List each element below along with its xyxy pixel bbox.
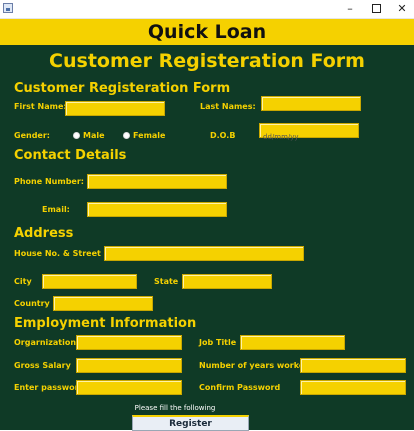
male-radio-label[interactable]: Male [83,131,105,140]
job-title-input[interactable] [241,342,344,356]
years-worked-label: Number of years worked [199,361,310,370]
confirm-password-input[interactable] [301,387,405,401]
enter-password-input[interactable] [77,387,181,401]
form-hint: Please fill the following [134,404,216,412]
phone-input[interactable] [88,181,226,195]
house-input[interactable] [105,253,303,267]
phone-label: Phone Number: [14,177,84,186]
section-customer-heading: Customer Registeration Form [14,81,231,96]
city-field[interactable] [42,274,137,295]
years-worked-field[interactable] [300,358,406,379]
form-panel: Customer Registeration Form Customer Reg… [0,45,414,431]
form-title: Customer Registeration Form [49,50,365,72]
state-input[interactable] [183,281,271,295]
state-field[interactable] [182,274,272,295]
gross-salary-input[interactable] [77,365,181,379]
phone-field[interactable] [87,174,227,195]
app-title: Quick Loan [147,21,267,43]
city-label: City [14,277,32,286]
close-button[interactable]: ✕ [388,0,414,18]
state-label: State [154,277,179,286]
confirm-password-field[interactable] [300,380,406,401]
years-worked-input[interactable] [301,365,405,379]
job-title-label: Job Title [199,338,237,347]
organization-field[interactable] [76,335,182,356]
country-input[interactable] [54,303,152,317]
country-field[interactable] [53,296,153,317]
first-name-field[interactable] [65,101,165,122]
female-radio-label[interactable]: Female [133,131,165,140]
section-contact-heading: Contact Details [14,148,127,163]
first-name-input[interactable] [66,108,164,122]
last-name-field[interactable] [261,96,361,117]
house-label: House No. & Street [14,249,101,258]
email-field[interactable] [87,202,227,223]
organization-input[interactable] [77,342,181,356]
section-employment-heading: Employment Information [14,316,197,331]
confirm-password-label: Confirm Password [199,383,281,392]
enter-password-label: Enter password [14,383,85,392]
gender-label: Gender: [14,131,50,140]
last-name-input[interactable] [262,103,360,117]
first-name-label: First Name: [14,102,67,111]
dob-field[interactable] [259,123,359,144]
city-input[interactable] [43,281,136,295]
enter-password-field[interactable] [76,380,182,401]
email-label: Email: [42,205,70,214]
dob-input[interactable] [260,130,358,144]
title-bar: – ✕ [0,0,414,19]
maximize-button[interactable] [362,0,390,18]
house-field[interactable] [104,246,304,267]
email-input[interactable] [88,209,226,223]
last-name-label: Last Names: [200,102,256,111]
gross-salary-label: Gross Salary [14,361,71,370]
organization-label: Orgarnization [14,338,77,347]
maximize-icon [371,3,381,13]
dob-label: D.O.B [210,131,236,140]
gross-salary-field[interactable] [76,358,182,379]
header-bar: Quick Loan [0,19,414,45]
register-button[interactable]: Register [132,415,249,431]
country-label: Country [14,299,50,308]
java-app-icon [3,3,13,13]
male-radio[interactable] [73,132,80,139]
female-radio[interactable] [123,132,130,139]
job-title-field[interactable] [240,335,345,356]
section-address-heading: Address [14,226,74,241]
minimize-button[interactable]: – [336,0,364,18]
